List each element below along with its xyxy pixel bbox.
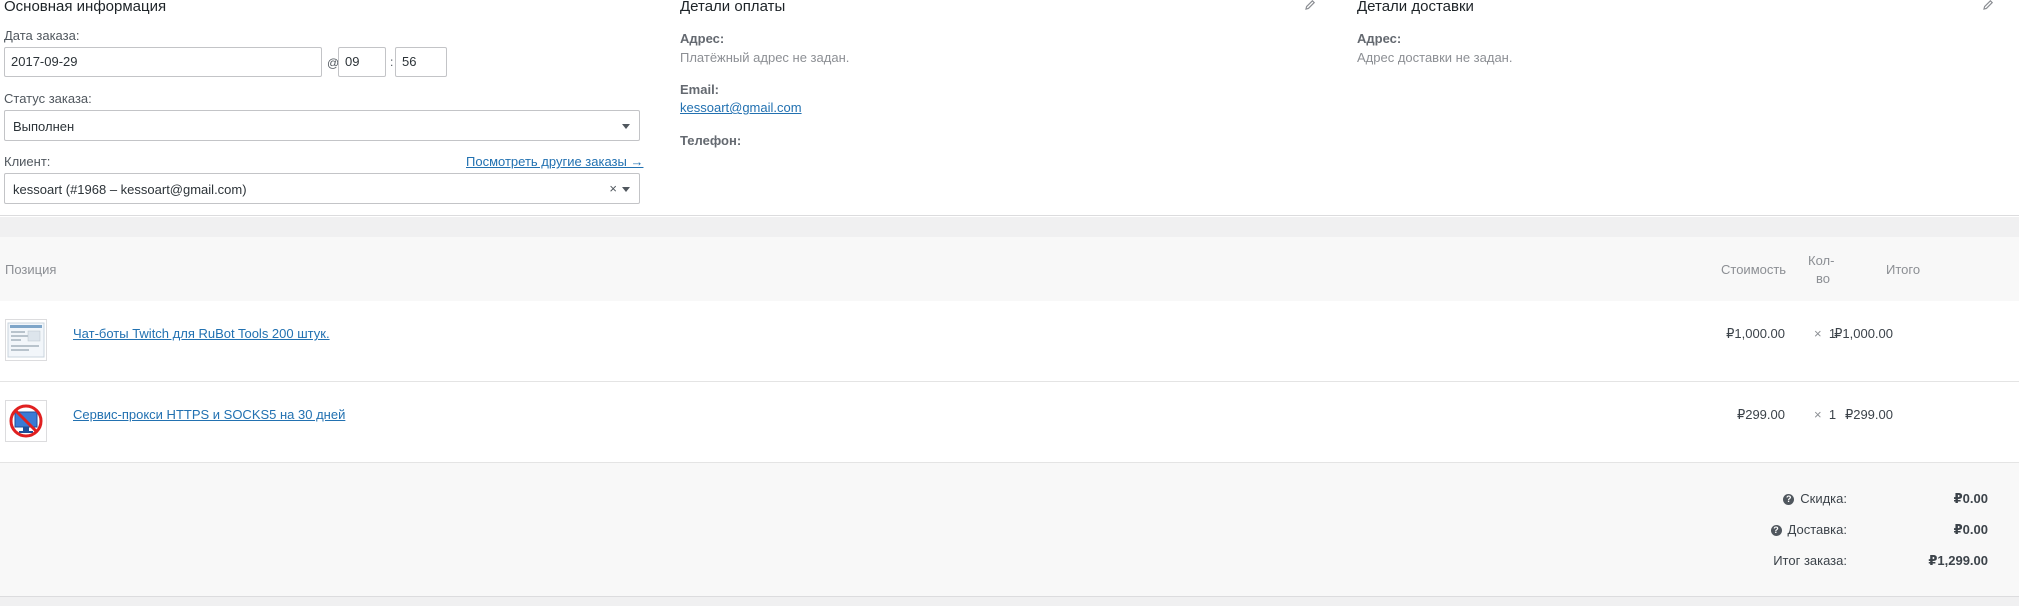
item-qty: × 1 <box>1814 407 1837 422</box>
col-header-cost: Стоимость <box>1721 262 1787 277</box>
shipping-total-label: ? Доставка: <box>1770 522 1847 537</box>
product-thumbnail <box>5 319 47 361</box>
help-icon[interactable]: ? <box>1783 494 1795 505</box>
shipping-address-value: Адрес доставки не задан. <box>1357 50 1513 65</box>
customer-value: kessoart (#1968 – kessoart@gmail.com) <box>13 182 247 197</box>
items-table-header: Позиция Стоимость Кол- во Итого <box>0 237 2019 301</box>
general-title: Основная информация <box>4 0 167 15</box>
time-colon: : <box>390 55 394 69</box>
col-header-qty: Кол- <box>1808 253 1835 268</box>
shipping-total-value: ₽0.00 <box>1953 522 1988 537</box>
order-date-input[interactable]: 2017-09-29 <box>4 47 322 77</box>
section-divider <box>0 217 2019 237</box>
order-date-label: Дата заказа: <box>4 28 80 43</box>
col-header-total: Итого <box>1886 262 1921 277</box>
customer-select[interactable]: kessoart (#1968 – kessoart@gmail.com) × <box>4 173 640 204</box>
col-header-item: Позиция <box>5 262 57 277</box>
order-status-value: Выполнен <box>13 119 75 134</box>
view-other-orders-link[interactable]: Посмотреть другие заказы → <box>466 154 643 169</box>
order-items: Позиция Стоимость Кол- во Итого Чат-боты… <box>0 237 2019 463</box>
col-header-qty-2: во <box>1816 271 1830 286</box>
help-icon[interactable]: ? <box>1770 525 1782 536</box>
pencil-icon[interactable] <box>1982 0 1994 11</box>
order-total-label: Итог заказа: <box>1773 553 1847 568</box>
billing-title: Детали оплаты <box>680 0 786 15</box>
product-link[interactable]: Сервис-прокси HTTPS и SOCKS5 на 30 дней <box>73 407 345 422</box>
billing-email-link[interactable]: kessoart@gmail.com <box>680 100 802 115</box>
item-total: ₽1,000.00 <box>1834 326 1893 341</box>
item-qty: × 1 <box>1814 326 1837 341</box>
billing-email-label: Email: <box>680 82 720 97</box>
billing-phone-label: Телефон: <box>680 133 742 148</box>
item-cost: ₽1,000.00 <box>1726 326 1785 341</box>
billing-address-value: Платёжный адрес не задан. <box>680 50 850 65</box>
billing-address-label: Адрес: <box>680 31 725 46</box>
order-status-select[interactable]: Выполнен <box>4 110 640 141</box>
table-row: Чат-боты Twitch для RuBot Tools 200 штук… <box>0 301 2019 382</box>
table-row: Сервис-прокси HTTPS и SOCKS5 на 30 дней … <box>0 382 2019 463</box>
discount-value: ₽0.00 <box>1953 491 1988 506</box>
order-totals: ? Скидка: ₽0.00 ? Доставка: ₽0.00 Итог зак… <box>0 462 2019 596</box>
bottom-divider <box>0 596 2019 606</box>
pencil-icon[interactable] <box>1304 0 1316 11</box>
order-status-label: Статус заказа: <box>4 91 92 106</box>
customer-label: Клиент: <box>4 154 51 169</box>
shipping-address-label: Адрес: <box>1357 31 1402 46</box>
no-monitor-icon <box>5 400 47 442</box>
chevron-down-icon <box>622 187 630 192</box>
clear-icon[interactable]: × <box>609 181 617 196</box>
order-hour-input[interactable]: 09 <box>338 47 386 77</box>
discount-label: ? Скидка: <box>1783 491 1847 506</box>
shipping-title: Детали доставки <box>1357 0 1474 15</box>
chevron-down-icon <box>622 124 630 129</box>
item-total: ₽299.00 <box>1844 407 1893 422</box>
item-cost: ₽299.00 <box>1736 407 1785 422</box>
order-total-value: ₽1,299.00 <box>1928 553 1988 568</box>
order-minute-input[interactable]: 56 <box>395 47 447 77</box>
product-link[interactable]: Чат-боты Twitch для RuBot Tools 200 штук… <box>73 326 330 341</box>
order-data-panel: Основная информация Дата заказа: 2017-09… <box>0 0 2019 216</box>
